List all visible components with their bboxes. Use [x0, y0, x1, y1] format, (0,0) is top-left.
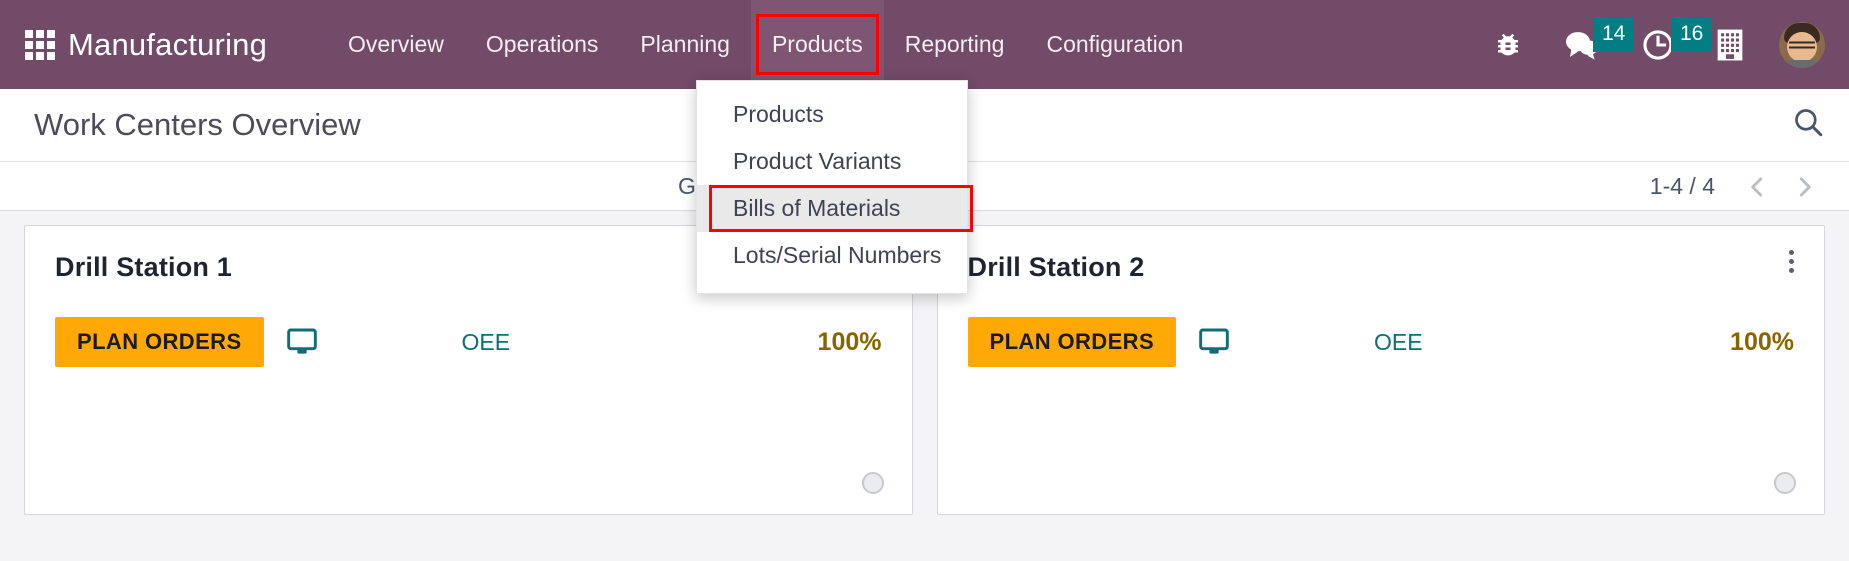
oee-label: OEE — [461, 328, 511, 355]
avatar-glasses — [1789, 41, 1815, 48]
work-center-footer — [1774, 472, 1796, 494]
menu-item-planning[interactable]: Planning — [619, 0, 751, 89]
work-center-actions: PLAN ORDERS OEE 100% — [55, 317, 882, 367]
dropdown-item-bills-of-materials[interactable]: Bills of Materials — [697, 185, 973, 232]
page-title: Work Centers Overview — [34, 107, 361, 142]
messages-menu-button[interactable]: 14 — [1543, 0, 1635, 89]
menu-item-operations[interactable]: Operations — [465, 0, 620, 89]
debug-menu-button[interactable] — [1473, 0, 1543, 89]
menu-item-label: Configuration — [1046, 31, 1184, 57]
apps-menu-button[interactable] — [20, 25, 60, 65]
chevron-right-icon — [1799, 176, 1811, 197]
search-view[interactable] — [1791, 105, 1825, 139]
oee-label: OEE — [1374, 328, 1423, 355]
menu-item-label: Reporting — [904, 31, 1005, 57]
pager: 1-4 / 4 — [1650, 162, 1827, 211]
user-avatar[interactable] — [1779, 21, 1825, 68]
oee-value: 100% — [817, 327, 882, 356]
menu-item-reporting[interactable]: Reporting — [884, 0, 1026, 89]
products-dropdown-menu: Products Product Variants Bills of Mater… — [696, 80, 973, 294]
work-center-card[interactable]: Drill Station 2 PLAN ORDERS OEE 100% — [936, 225, 1825, 515]
menu-item-label: Operations — [485, 31, 599, 57]
menu-item-products[interactable]: Products — [750, 0, 884, 89]
menu-item-configuration[interactable]: Configuration — [1025, 0, 1204, 89]
navbar-systray: 14 16 — [1473, 0, 1849, 89]
status-dot-icon — [1774, 472, 1796, 494]
menu-item-label: Planning — [640, 31, 730, 57]
bug-icon — [1498, 33, 1518, 55]
dropdown-item-products[interactable]: Products — [697, 91, 967, 138]
company-switcher-button[interactable] — [1695, 0, 1765, 89]
grid-apps-icon — [25, 29, 55, 60]
plan-orders-button[interactable]: PLAN ORDERS — [55, 317, 264, 367]
card-kebab-menu-icon[interactable] — [1778, 246, 1804, 276]
dropdown-item-label: Products — [733, 101, 824, 127]
dropdown-item-label: Bills of Materials — [733, 195, 901, 221]
clock-activities-icon — [1643, 29, 1673, 60]
status-dot-icon — [861, 472, 884, 494]
app-root: Manufacturing Overview Operations Planni… — [0, 0, 1849, 561]
building-company-icon — [1717, 29, 1743, 60]
app-brand-title[interactable]: Manufacturing — [68, 27, 267, 63]
search-icon[interactable] — [1791, 105, 1825, 139]
chevron-left-icon — [1751, 176, 1763, 197]
menu-item-label: Overview — [348, 31, 444, 57]
work-center-footer — [861, 472, 884, 494]
pager-next-button[interactable] — [1783, 165, 1827, 209]
dropdown-item-label: Product Variants — [733, 148, 902, 174]
top-navbar: Manufacturing Overview Operations Planni… — [0, 0, 1849, 89]
monitor-icon[interactable] — [286, 327, 318, 357]
pager-count: 1-4 / 4 — [1649, 173, 1715, 199]
avatar-shirt — [1782, 59, 1822, 68]
menu-item-overview[interactable]: Overview — [327, 0, 465, 89]
dropdown-item-lots-serial-numbers[interactable]: Lots/Serial Numbers — [697, 232, 967, 279]
dropdown-item-product-variants[interactable]: Product Variants — [697, 138, 967, 185]
pager-previous-button[interactable] — [1735, 165, 1779, 209]
dropdown-item-label: Lots/Serial Numbers — [733, 242, 942, 268]
activities-menu-button[interactable]: 16 — [1621, 0, 1713, 89]
menu-item-label: Products — [771, 31, 863, 57]
oee-value: 100% — [1730, 327, 1794, 356]
main-menu: Overview Operations Planning Products Re… — [327, 0, 1204, 89]
work-center-actions: PLAN ORDERS OEE 100% — [967, 317, 1794, 367]
work-center-title: Drill Station 2 — [967, 252, 1145, 282]
plan-orders-button[interactable]: PLAN ORDERS — [967, 317, 1177, 367]
monitor-icon[interactable] — [1198, 327, 1230, 357]
